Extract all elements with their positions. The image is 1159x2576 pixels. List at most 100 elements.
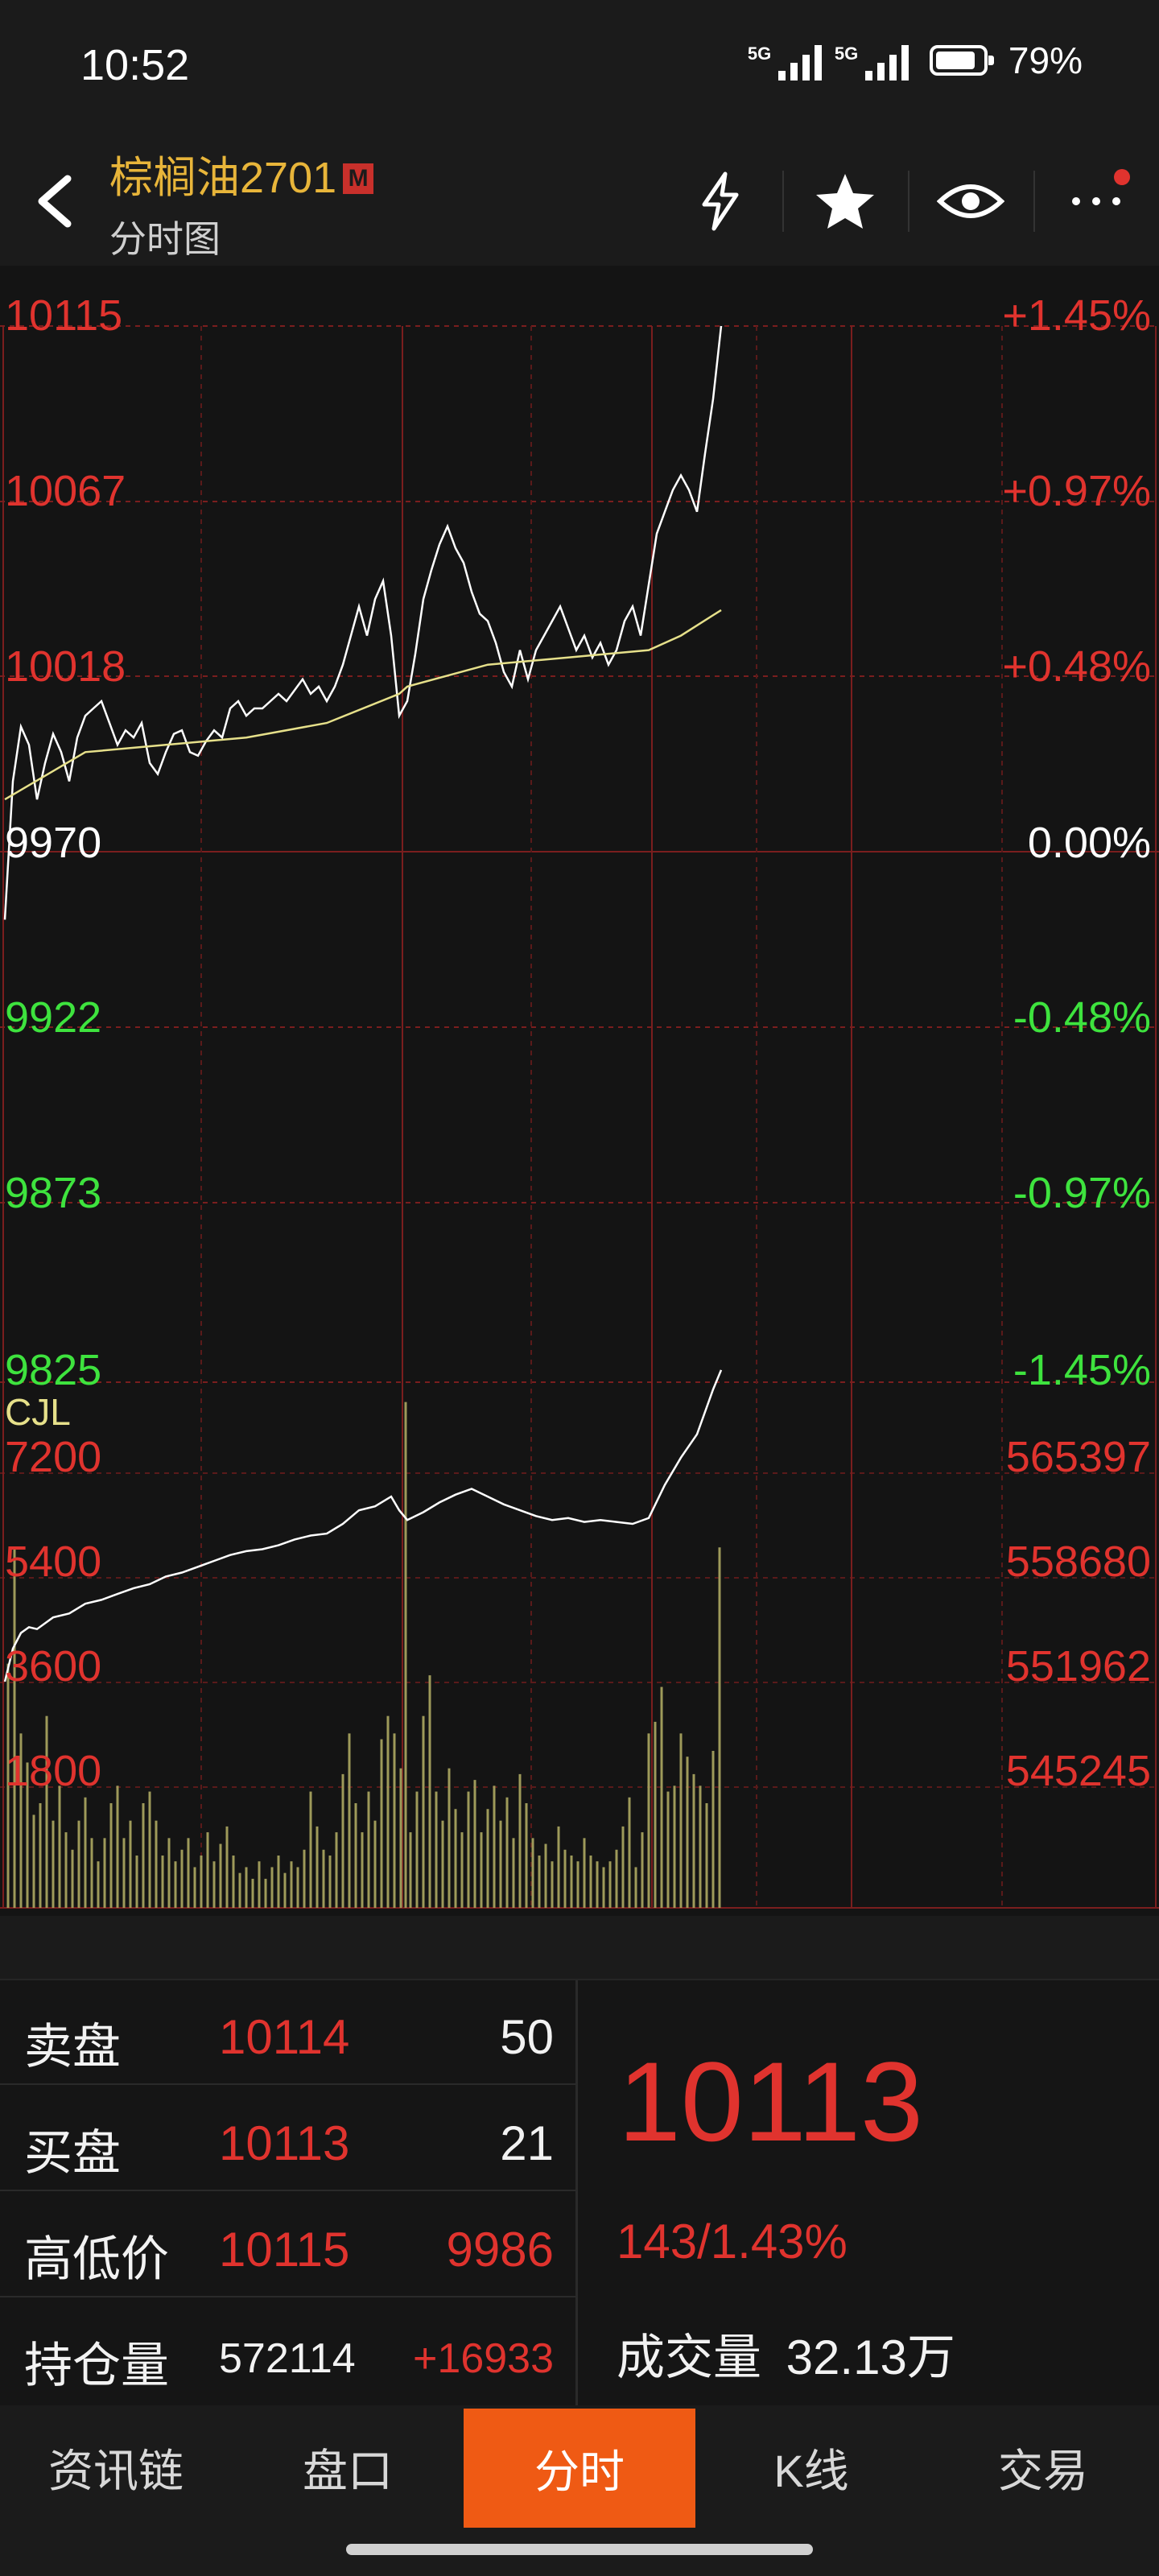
back-icon[interactable] [32,169,80,233]
eye-icon[interactable] [930,161,1011,242]
volume-bar [493,1785,496,1908]
volume-bar [316,1826,319,1908]
tab-intraday[interactable]: 分时 [464,2409,695,2528]
title-block: 棕榈油2701 M 分时图 [109,142,374,263]
intraday-chart[interactable]: 10115 10067 10018 9970 9922 9873 9825 +1.45% +0.… [0,266,1159,1916]
volume-bar [245,1867,248,1908]
volume-bar [654,1721,657,1908]
volume-bar [13,1547,16,1908]
volume-value: 32.13万 [786,2330,955,2384]
volume-bar [174,1861,177,1908]
volume-bar [404,1402,407,1908]
volume-bar [64,1832,68,1908]
volume-bar [460,1832,464,1908]
volume-bar [602,1867,605,1908]
volume-bar [422,1715,425,1908]
volume-bar [155,1820,158,1908]
volume-bar [666,1791,670,1908]
volume-bar [518,1773,522,1908]
volume-bar [354,1803,357,1908]
volume-bar [441,1820,444,1908]
header: 棕榈油2701 M 分时图 [0,137,1159,266]
notification-dot [1114,169,1130,185]
volume-axis-label: 1800 [5,1747,101,1795]
volume-bar [167,1838,171,1908]
volume-bar [212,1861,216,1908]
home-indicator[interactable] [346,2544,813,2555]
percent-axis-label: -0.48% [1013,993,1151,1042]
volume-bar [679,1733,683,1908]
volume-bar [122,1838,126,1908]
volume-bar [705,1803,708,1908]
tab-trade[interactable]: 交易 [927,2407,1159,2528]
open-interest-line [3,1369,723,1682]
volume-bar [187,1838,190,1908]
volume-label: 成交量 [617,2330,761,2384]
status-icons: 5G 5G 79% [748,39,1083,82]
volume-bar [206,1832,209,1908]
open-interest-axis-label: 565397 [1006,1433,1151,1481]
volume-bar [283,1872,287,1908]
volume-bar [596,1861,599,1908]
volume-bar [699,1785,702,1908]
bottom-tab-bar: 资讯链 盘口 分时 K线 交易 [0,2407,1159,2528]
volume-bar [538,1856,541,1908]
tab-news-chain[interactable]: 资讯链 [0,2407,232,2528]
volume-bar [238,1872,241,1908]
signal-icon: 5G [835,40,909,80]
volume-bar [84,1797,87,1908]
volume-bar [90,1838,93,1908]
percent-axis-label: +0.97% [1002,467,1151,515]
price-axis-label: 9873 [5,1169,101,1217]
percent-axis-label: 0.00% [1028,819,1151,867]
volume-bar [77,1820,80,1908]
star-icon[interactable] [805,161,885,242]
volume-bar [135,1856,138,1908]
volume-bar [270,1867,274,1908]
volume-bar [718,1547,721,1908]
volume-bar [621,1826,625,1908]
bid-label: 买盘 [24,2126,121,2180]
lightning-icon[interactable] [680,161,761,242]
volume-bar [448,1768,451,1908]
volume-bar [583,1838,586,1908]
volume-bar [386,1715,390,1908]
volume-bar [435,1791,438,1908]
volume-bar [380,1739,383,1908]
network-type-1: 5G [747,43,772,64]
price-axis-label: 10067 [5,467,126,515]
volume-bar [608,1861,612,1908]
volume-bar [373,1820,377,1908]
price-axis-label: 9922 [5,993,101,1042]
volume-bar [399,1768,402,1908]
main-contract-badge: M [343,163,374,194]
volume-bar [219,1843,222,1908]
ask-row: 卖盘 10114 50 [0,1980,578,2085]
volume-bar [109,1803,113,1908]
signal-icon: 5G [748,40,822,80]
price-line [3,325,723,920]
volume-bar [525,1803,528,1908]
battery-icon [929,45,994,76]
volume-bar [576,1861,580,1908]
volume-bar [686,1757,689,1908]
volume-bar [97,1861,100,1908]
volume-bar [544,1843,547,1908]
tab-kline[interactable]: K线 [695,2407,927,2528]
tab-order-book[interactable]: 盘口 [232,2407,464,2528]
volume-bar [335,1832,338,1908]
open-interest-axis-label: 545245 [1006,1747,1151,1795]
volume-bar [634,1867,637,1908]
price-axis-label: 10115 [5,291,122,340]
volume-bar [258,1861,261,1908]
volume-bar [454,1809,457,1908]
open-interest-axis-label: 558680 [1006,1538,1151,1586]
page-title: 棕榈油2701 [109,154,337,202]
chart-svg: 10115 10067 10018 9970 9922 9873 9825 +1.45% +0.… [0,291,1159,1909]
volume-axis-label: 7200 [5,1433,101,1481]
page-subtitle: 分时图 [109,218,221,260]
volume-title: CJL [5,1391,71,1433]
ask-price: 10114 [219,2010,350,2064]
volume-bar [225,1826,229,1908]
volume-bar [415,1791,419,1908]
